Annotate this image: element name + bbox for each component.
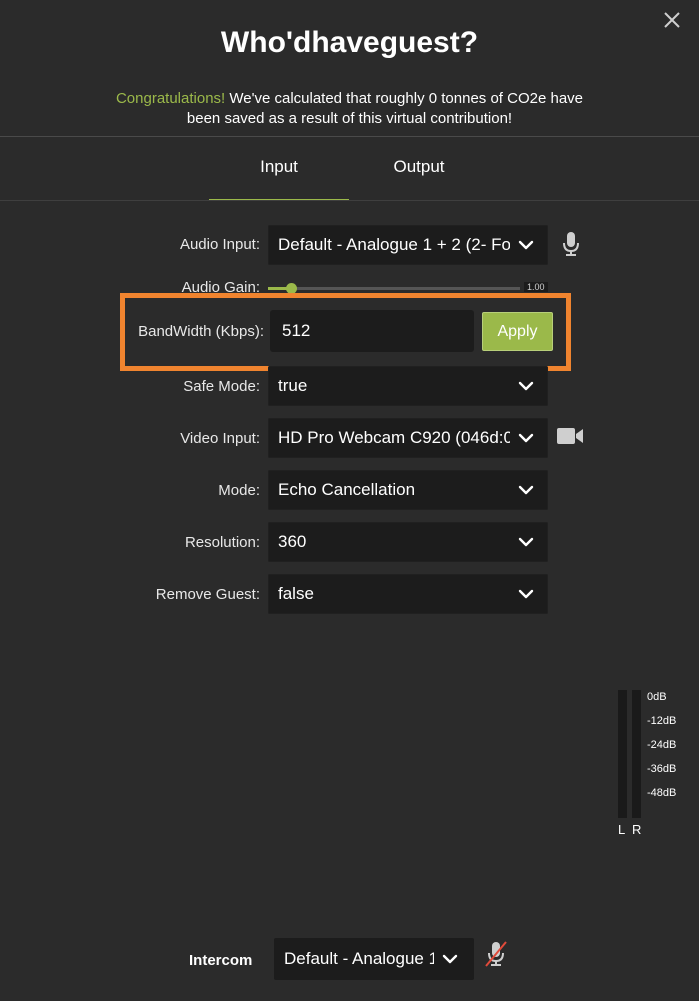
video-camera-icon[interactable] xyxy=(557,426,584,446)
congrats-line2: been saved as a result of this virtual c… xyxy=(186,110,513,127)
resolution-label: Resolution: xyxy=(184,534,260,551)
safe-mode-value: true xyxy=(278,376,308,395)
bandwidth-panel: BandWidth (Kbps): Apply xyxy=(120,293,571,371)
mode-label: Mode: xyxy=(218,482,260,499)
microphone-muted-icon[interactable] xyxy=(483,940,509,968)
tab-output[interactable]: Output xyxy=(349,137,489,200)
microphone-icon[interactable] xyxy=(562,231,580,257)
safe-mode-label: Safe Mode: xyxy=(183,378,260,395)
intercom-select[interactable]: Default - Analogue 1 xyxy=(274,938,474,980)
chevron-down-icon xyxy=(518,537,534,547)
chevron-down-icon xyxy=(518,485,534,495)
page-title: Who'dhaveguest? xyxy=(220,26,479,59)
mode-select[interactable]: Echo Cancellation xyxy=(268,470,548,510)
remove-guest-value: false xyxy=(278,584,314,603)
bandwidth-input[interactable] xyxy=(270,310,474,352)
meter-label: -24dB xyxy=(647,739,677,751)
chevron-down-icon xyxy=(518,589,534,599)
meter-right-channel-label: R xyxy=(632,822,642,837)
audio-gain-slider[interactable] xyxy=(268,283,520,294)
meter-right-bar xyxy=(632,690,641,818)
chevron-down-icon xyxy=(518,433,534,443)
remove-guest-label: Remove Guest: xyxy=(155,586,260,603)
co2-message: Congratulations! We've calculated that r… xyxy=(80,89,619,129)
audio-input-value: Default - Analogue 1 + 2 (2- Fo xyxy=(278,235,510,254)
intercom-value: Default - Analogue 1 xyxy=(284,949,434,968)
congrats-line1: We've calculated that roughly 0 tonnes o… xyxy=(225,90,584,107)
meter-label: -36dB xyxy=(647,763,677,775)
bandwidth-label: BandWidth (Kbps): xyxy=(138,323,264,340)
apply-button[interactable]: Apply xyxy=(482,312,553,351)
chevron-down-icon xyxy=(518,240,534,250)
audio-gain-value: 1.00 xyxy=(524,282,548,292)
remove-guest-select[interactable]: false xyxy=(268,574,548,614)
congrats-highlight: Congratulations! xyxy=(115,90,226,107)
video-input-select[interactable]: HD Pro Webcam C920 (046d:0 xyxy=(268,418,548,458)
mode-value: Echo Cancellation xyxy=(278,480,416,499)
tab-input[interactable]: Input xyxy=(209,137,349,200)
safe-mode-select[interactable]: true xyxy=(268,366,548,406)
audio-input-label: Audio Input: xyxy=(179,236,260,253)
video-input-value: HD Pro Webcam C920 (046d:0 xyxy=(278,428,510,447)
chevron-down-icon xyxy=(442,954,458,964)
intercom-label: Intercom xyxy=(189,952,253,969)
chevron-down-icon xyxy=(518,381,534,391)
meter-left-bar xyxy=(618,690,627,818)
video-input-label: Video Input: xyxy=(180,430,260,447)
resolution-select[interactable]: 360 xyxy=(268,522,548,562)
audio-input-select[interactable]: Default - Analogue 1 + 2 (2- Fo xyxy=(268,225,548,265)
tab-bar: Input Output xyxy=(0,137,699,201)
resolution-value: 360 xyxy=(278,532,307,551)
meter-label: -48dB xyxy=(647,787,677,799)
tabs-divider xyxy=(0,200,699,201)
meter-label: 0dB xyxy=(647,691,667,703)
meter-label: -12dB xyxy=(647,715,677,727)
meter-left-channel-label: L xyxy=(618,822,626,837)
